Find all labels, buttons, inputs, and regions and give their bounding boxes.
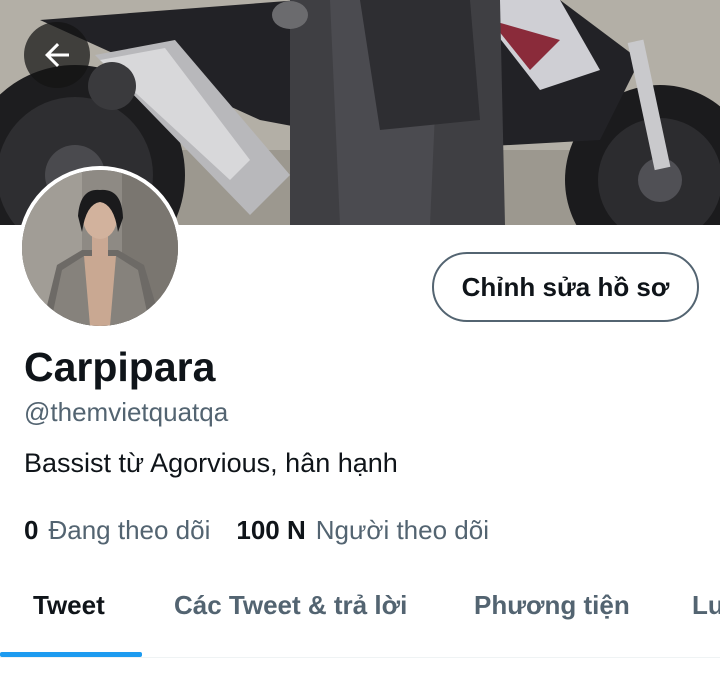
tab-tweets-and-replies[interactable]: Các Tweet & trả lời (174, 590, 407, 621)
profile-handle: @themvietquatqa (24, 397, 229, 427)
back-button[interactable] (24, 22, 90, 88)
profile-display-name: Carpipara (24, 344, 216, 390)
following-count: 0 (24, 515, 39, 545)
tab-tweets[interactable]: Tweet (33, 590, 105, 621)
followers-count: 100 N (236, 515, 306, 545)
tabs-divider (0, 657, 720, 658)
tab-media[interactable]: Phương tiện (474, 590, 630, 621)
edit-profile-button[interactable]: Chỉnh sửa hồ sơ (432, 252, 699, 322)
followers-label: Người theo dõi (315, 515, 489, 545)
following-link[interactable]: 0 Đang theo dõi (24, 515, 210, 546)
tab-likes[interactable]: Lư (692, 590, 720, 621)
avatar-photo (22, 170, 178, 326)
avatar[interactable] (18, 166, 182, 330)
arrow-left-icon (45, 43, 69, 67)
followers-link[interactable]: 100 N Người theo dõi (236, 515, 489, 546)
profile-tabs: Tweet Các Tweet & trả lời Phương tiện Lư (0, 560, 720, 676)
profile-bio: Bassist từ Agorvious, hân hạnh (24, 448, 398, 478)
follow-stats: 0 Đang theo dõi 100 N Người theo dõi (24, 515, 489, 546)
following-label: Đang theo dõi (48, 515, 211, 545)
